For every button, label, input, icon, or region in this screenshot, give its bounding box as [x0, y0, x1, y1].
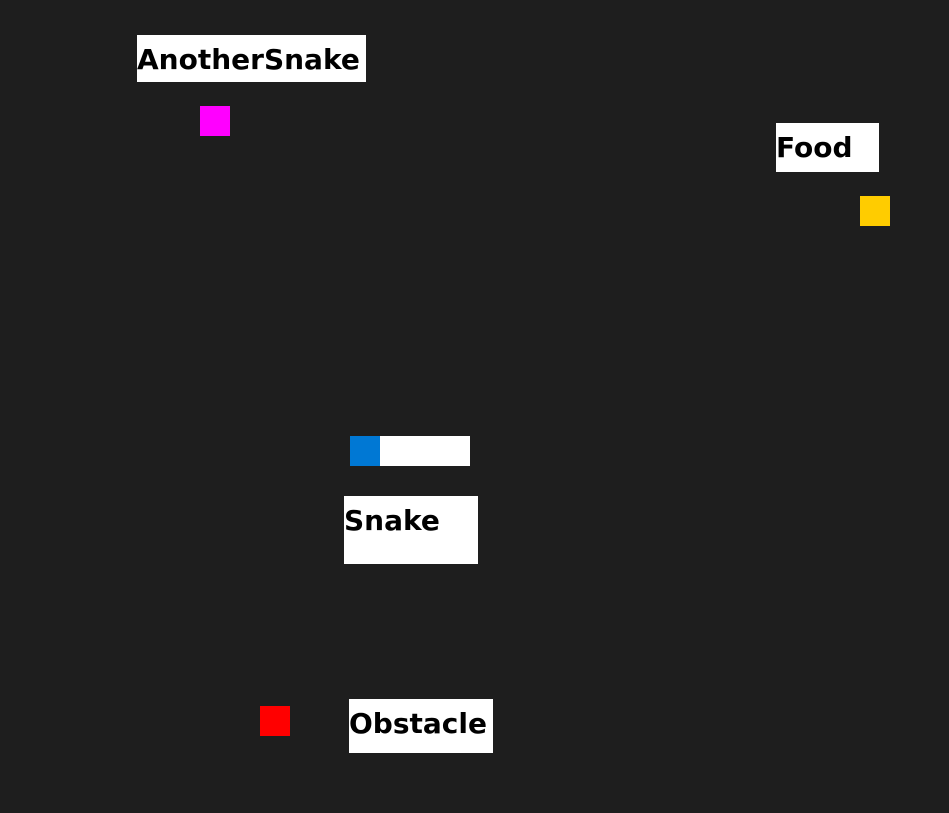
game-board: AnotherSnake Food Snake Obstacle — [0, 0, 949, 813]
snake-head — [350, 436, 380, 466]
another-snake-label: AnotherSnake — [137, 35, 366, 82]
food-label: Food — [776, 123, 879, 172]
obstacle-label: Obstacle — [349, 699, 493, 753]
another-snake-segment — [200, 106, 230, 136]
food-item — [860, 196, 890, 226]
snake-body-segments — [380, 436, 470, 466]
obstacle-block — [260, 706, 290, 736]
snake-label: Snake — [344, 496, 478, 564]
snake — [350, 436, 470, 466]
